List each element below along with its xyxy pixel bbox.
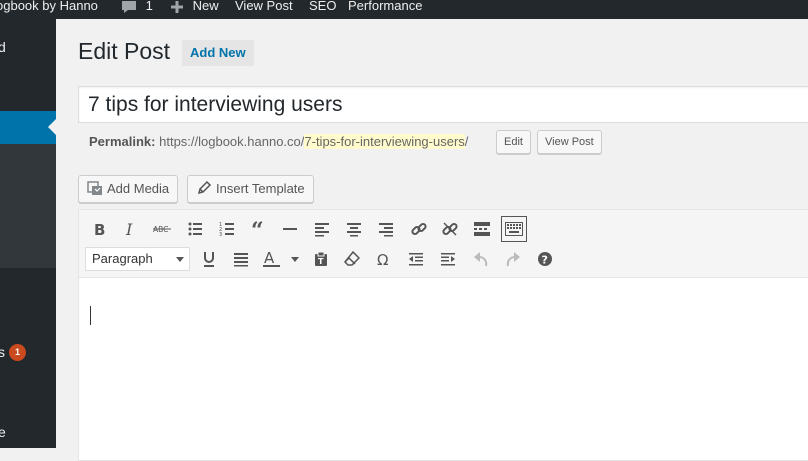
editor-toolbar: B I ABC 123 “ Paragraph A T Ω ?: [79, 210, 808, 278]
indent-icon: [441, 253, 455, 266]
horizontal-line-icon: [283, 228, 297, 230]
numbered-list-icon: 123: [219, 222, 234, 237]
horizontal-line-button[interactable]: [278, 217, 302, 241]
italic-button[interactable]: I: [118, 217, 142, 241]
bullet-list-button[interactable]: [183, 217, 207, 241]
add-media-label: Add Media: [107, 181, 170, 196]
current-menu-arrow: [48, 119, 56, 135]
sidebar-item-plugins[interactable]: s: [0, 344, 5, 360]
redo-icon: [506, 252, 520, 267]
indent-button[interactable]: [436, 247, 460, 271]
outdent-button[interactable]: [404, 247, 428, 271]
view-post-link[interactable]: View Post: [235, 0, 293, 16]
sidebar-submenu: [0, 144, 56, 268]
permalink-row: Permalink: https://logbook.hanno.co/7-ti…: [89, 133, 468, 151]
bold-icon: B: [94, 221, 105, 237]
pencil-icon: [197, 180, 212, 195]
svg-text:A: A: [264, 250, 275, 267]
italic-icon: I: [125, 221, 133, 237]
svg-text:Ω: Ω: [377, 251, 388, 267]
svg-text:B: B: [94, 221, 105, 237]
blockquote-button[interactable]: “: [247, 217, 271, 241]
sidebar-item-posts-current[interactable]: [0, 111, 56, 144]
read-more-icon: [474, 222, 490, 236]
special-character-icon: Ω: [377, 251, 388, 267]
align-left-icon: [315, 223, 329, 237]
text-color-button[interactable]: A: [260, 247, 300, 271]
post-title-input[interactable]: [78, 86, 808, 123]
paste-as-text-button[interactable]: T: [309, 247, 333, 271]
insert-template-label: Insert Template: [216, 181, 305, 196]
align-center-icon: [347, 223, 361, 237]
justify-button[interactable]: [229, 247, 253, 271]
plugins-update-badge: 1: [9, 344, 26, 361]
new-label: New: [192, 0, 219, 13]
performance-link[interactable]: Performance: [348, 0, 422, 16]
undo-button[interactable]: [469, 247, 493, 271]
insert-link-button[interactable]: [407, 217, 431, 241]
comments-count: 1: [145, 0, 153, 13]
bold-button[interactable]: B: [87, 217, 111, 241]
view-post-button[interactable]: View Post: [537, 130, 602, 154]
text-caret: [90, 306, 91, 325]
toolbar-toggle-button[interactable]: [501, 216, 527, 242]
strikethrough-button[interactable]: ABC: [150, 217, 174, 241]
underline-icon: [204, 252, 214, 267]
permalink-trailing: /: [464, 134, 469, 149]
bullet-list-icon: [188, 222, 202, 236]
help-button[interactable]: ?: [533, 247, 557, 271]
blockquote-icon: “: [251, 221, 264, 237]
comments-link[interactable]: 1: [121, 0, 153, 16]
underline-button[interactable]: [197, 247, 221, 271]
clear-formatting-button[interactable]: [340, 247, 364, 271]
seo-link[interactable]: SEO: [309, 0, 336, 16]
paste-as-text-icon: T: [315, 251, 327, 266]
site-name-link[interactable]: ogbook by Hanno: [0, 0, 98, 16]
clear-formatting-icon: [344, 251, 360, 266]
help-icon: ?: [538, 252, 552, 267]
media-icon: [87, 181, 102, 195]
admin-bar: ogbook by Hanno 1 New View Post SEO Perf…: [0, 0, 808, 19]
svg-text:I: I: [125, 221, 133, 237]
svg-text:3: 3: [219, 232, 222, 237]
remove-link-icon: [442, 222, 458, 236]
sidebar-item-dashboard[interactable]: d: [0, 39, 6, 55]
numbered-list-button[interactable]: 123: [215, 217, 239, 241]
remove-link-button[interactable]: [438, 217, 462, 241]
add-new-button[interactable]: Add New: [182, 40, 254, 66]
toolbar-toggle-icon: [505, 222, 523, 236]
page-title: Edit Post: [78, 38, 171, 64]
svg-text:“: “: [251, 221, 264, 237]
permalink-base: https://logbook.hanno.co/: [159, 134, 305, 149]
svg-text:?: ?: [542, 254, 548, 267]
svg-text:T: T: [318, 257, 324, 266]
align-center-button[interactable]: [342, 217, 366, 241]
insert-template-button[interactable]: Insert Template: [187, 175, 314, 203]
permalink-label: Permalink:: [89, 134, 156, 149]
align-left-button[interactable]: [310, 217, 334, 241]
special-character-button[interactable]: Ω: [372, 247, 396, 271]
align-right-icon: [379, 223, 393, 237]
chevron-down-icon: [176, 257, 184, 262]
comment-icon: [122, 0, 136, 13]
justify-icon: [234, 253, 248, 267]
plus-icon: [171, 0, 183, 13]
format-select[interactable]: Paragraph: [85, 247, 190, 271]
permalink-slug[interactable]: 7-tips-for-interviewing-users: [304, 134, 465, 149]
read-more-button[interactable]: [470, 217, 494, 241]
redo-button[interactable]: [501, 247, 525, 271]
strikethrough-icon: ABC: [153, 225, 171, 234]
undo-icon: [474, 252, 488, 267]
post-editor: B I ABC 123 “ Paragraph A T Ω ?: [78, 209, 808, 461]
admin-sidebar: d s 1 e: [0, 19, 56, 448]
align-right-button[interactable]: [374, 217, 398, 241]
add-media-button[interactable]: Add Media: [78, 175, 179, 203]
text-color-icon: A: [263, 250, 299, 267]
format-select-value: Paragraph: [92, 251, 153, 266]
edit-slug-button[interactable]: Edit: [496, 130, 531, 154]
sidebar-item-bottom[interactable]: e: [0, 424, 6, 440]
new-content-link[interactable]: New: [170, 0, 219, 16]
outdent-icon: [409, 253, 423, 266]
insert-link-icon: [411, 222, 427, 236]
